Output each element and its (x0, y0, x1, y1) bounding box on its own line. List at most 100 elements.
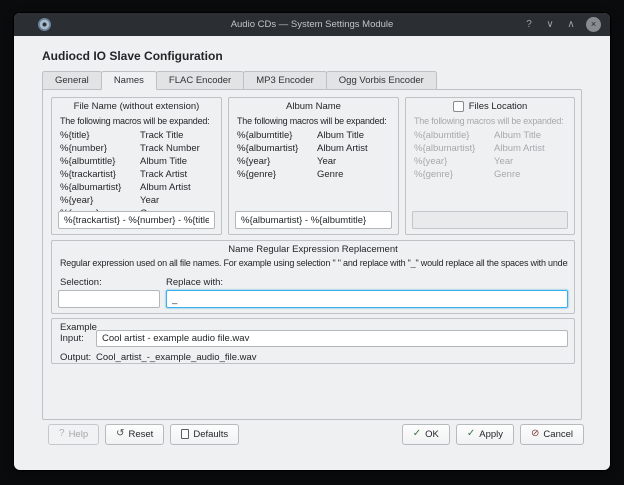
tab[interactable]: FLAC Encoder (156, 71, 244, 90)
tab-label: Ogg Vorbis Encoder (339, 75, 424, 86)
dialog-footer: ? Help ↺ Reset Defaults ✓ OK ✓ Apply ⊘ (48, 423, 584, 445)
example-input-field[interactable] (96, 330, 568, 347)
ok-button-label: OK (425, 429, 439, 440)
apply-button-label: Apply (479, 429, 503, 440)
check-icon: ✓ (467, 429, 475, 439)
example-input-label: Input: (60, 333, 84, 344)
tab[interactable]: General (42, 71, 102, 90)
regex-replacement-group: Name Regular Expression Replacement Regu… (51, 240, 575, 314)
tab[interactable]: Names (101, 71, 157, 90)
macro-meaning: Year (494, 155, 513, 168)
tab-label: General (55, 75, 89, 86)
macro-row: %{albumtitle} Album Title (60, 155, 213, 168)
regex-group-title: Name Regular Expression Replacement (52, 241, 574, 255)
replace-with-input[interactable] (166, 290, 568, 308)
files-location-group-title: Files Location (469, 101, 528, 112)
macro-row: %{year} Year (237, 155, 390, 168)
macro-row: %{year} Year (60, 194, 213, 207)
cancel-button[interactable]: ⊘ Cancel (520, 424, 584, 445)
page-title: Audiocd IO Slave Configuration (42, 49, 223, 63)
files-location-checkbox-row[interactable]: Files Location (406, 98, 574, 112)
macro-row: %{albumtitle} Album Title (237, 129, 390, 142)
defaults-button[interactable]: Defaults (170, 424, 239, 445)
macro-row: %{albumartist} Album Artist (414, 142, 566, 155)
album-name-group: Album Name The following macros will be … (228, 97, 399, 235)
settings-window: Audio CDs — System Settings Module ? ∨ ∧… (14, 13, 610, 470)
tabbar: General Names FLAC Encoder MP3 Encoder O… (42, 71, 436, 90)
maximize-icon[interactable]: ∧ (565, 17, 577, 32)
macro-name: %{albumtitle} (414, 129, 494, 142)
files-location-group: Files Location The following macros will… (405, 97, 575, 235)
file-name-pattern-input[interactable] (58, 211, 215, 229)
files-location-checkbox[interactable] (453, 101, 464, 112)
close-icon[interactable]: × (586, 17, 601, 32)
macro-meaning: Track Artist (140, 168, 187, 181)
album-name-pattern-input[interactable] (235, 211, 392, 229)
selection-label: Selection: (60, 277, 102, 288)
file-name-macro-list: %{title} Track Title %{number} Track Num… (52, 126, 221, 220)
window-controls: ? ∨ ∧ × (523, 13, 601, 36)
macro-meaning: Track Title (140, 129, 183, 142)
macro-meaning: Album Title (140, 155, 187, 168)
help-icon: ? (59, 429, 65, 439)
file-name-group-title: File Name (without extension) (52, 98, 221, 112)
macro-meaning: Album Artist (494, 142, 545, 155)
undo-icon: ↺ (116, 429, 124, 439)
macro-name: %{genre} (414, 168, 494, 181)
ok-button[interactable]: ✓ OK (402, 424, 450, 445)
check-icon: ✓ (413, 429, 421, 439)
selection-input[interactable] (58, 290, 160, 308)
minimize-icon[interactable]: ∨ (544, 17, 556, 32)
macro-name: %{albumtitle} (237, 129, 317, 142)
example-group: Example Input: Output: Cool_artist_-_exa… (51, 318, 575, 364)
titlebar[interactable]: Audio CDs — System Settings Module ? ∨ ∧… (14, 13, 610, 36)
macro-meaning: Year (317, 155, 336, 168)
tab[interactable]: MP3 Encoder (243, 71, 327, 90)
document-icon (181, 429, 189, 439)
macro-meaning: Track Number (140, 142, 200, 155)
macro-meaning: Genre (317, 168, 343, 181)
footer-right-buttons: ✓ OK ✓ Apply ⊘ Cancel (402, 424, 584, 445)
macro-name: %{albumartist} (414, 142, 494, 155)
macro-meaning: Year (140, 194, 159, 207)
macro-row: %{number} Track Number (60, 142, 213, 155)
tab-content: File Name (without extension) The follow… (42, 89, 582, 420)
macro-name: %{genre} (237, 168, 317, 181)
macro-row: %{title} Track Title (60, 129, 213, 142)
files-location-macro-list: %{albumtitle} Album Title %{albumartist}… (406, 126, 574, 181)
replace-with-label: Replace with: (166, 277, 223, 288)
file-name-group: File Name (without extension) The follow… (51, 97, 222, 235)
album-name-macros-intro: The following macros will be expanded: (229, 112, 398, 126)
macro-name: %{albumartist} (60, 181, 140, 194)
tab[interactable]: Ogg Vorbis Encoder (326, 71, 437, 90)
macro-meaning: Album Title (317, 129, 364, 142)
help-button-label: Help (69, 429, 89, 440)
album-name-group-title: Album Name (229, 98, 398, 112)
macro-meaning: Album Artist (317, 142, 368, 155)
footer-left-buttons: ? Help ↺ Reset Defaults (48, 424, 239, 445)
macro-row: %{year} Year (414, 155, 566, 168)
macro-row: %{trackartist} Track Artist (60, 168, 213, 181)
reset-button[interactable]: ↺ Reset (105, 424, 164, 445)
cancel-button-label: Cancel (543, 429, 573, 440)
files-location-macros-intro: The following macros will be expanded: (406, 112, 574, 126)
macro-name: %{year} (414, 155, 494, 168)
macro-name: %{albumartist} (237, 142, 317, 155)
macro-row: %{genre} Genre (237, 168, 390, 181)
album-name-macro-list: %{albumtitle} Album Title %{albumartist}… (229, 126, 398, 181)
tab-label: FLAC Encoder (169, 75, 231, 86)
macro-row: %{albumtitle} Album Title (414, 129, 566, 142)
tab-label: MP3 Encoder (256, 75, 314, 86)
apply-button[interactable]: ✓ Apply (456, 424, 514, 445)
reset-button-label: Reset (129, 429, 154, 440)
files-location-pattern-input (412, 211, 568, 229)
window-help-button[interactable]: ? (523, 17, 535, 32)
window-title: Audio CDs — System Settings Module (14, 13, 610, 36)
example-output-label: Output: (60, 352, 91, 363)
macro-name: %{number} (60, 142, 140, 155)
defaults-button-label: Defaults (193, 429, 228, 440)
macro-row: %{genre} Genre (414, 168, 566, 181)
macro-name: %{title} (60, 129, 140, 142)
macro-row: %{albumartist} Album Artist (237, 142, 390, 155)
macro-name: %{trackartist} (60, 168, 140, 181)
